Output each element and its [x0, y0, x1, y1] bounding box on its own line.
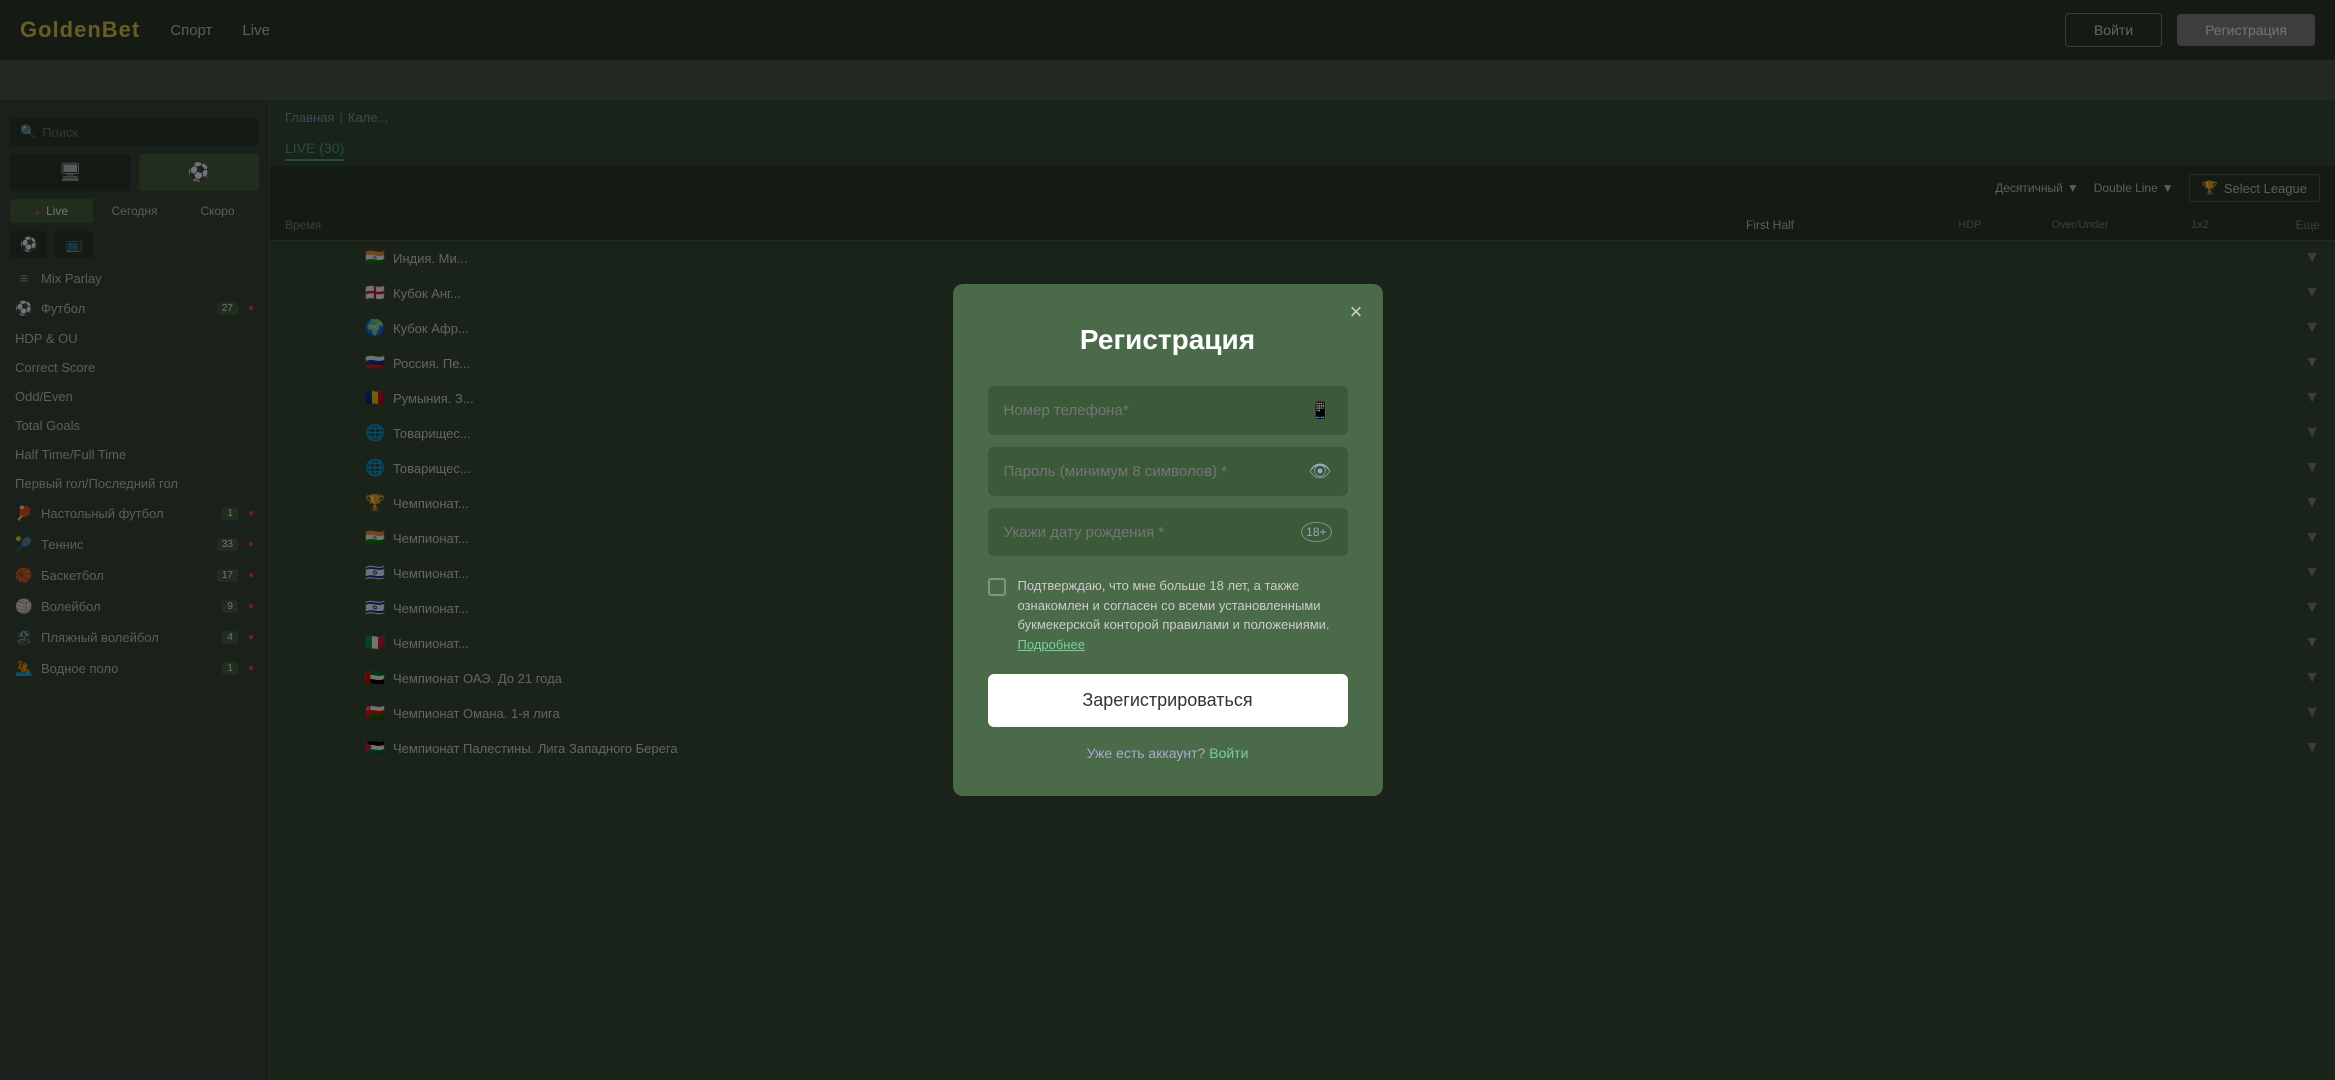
submit-register-button[interactable]: Зарегистрироваться: [988, 674, 1348, 727]
eye-icon[interactable]: 👁: [1309, 461, 1332, 482]
registration-modal: × Регистрация 📱 👁 18+ Подтверждаю, что м…: [953, 284, 1383, 796]
terms-checkbox[interactable]: [988, 578, 1006, 596]
terms-checkbox-area: Подтверждаю, что мне больше 18 лет, а та…: [988, 576, 1348, 654]
phone-input-group[interactable]: 📱: [988, 386, 1348, 435]
password-input[interactable]: [1004, 463, 1301, 480]
dob-input-group[interactable]: 18+: [988, 508, 1348, 556]
modal-title: Регистрация: [988, 324, 1348, 356]
password-input-group[interactable]: 👁: [988, 447, 1348, 496]
terms-link[interactable]: Подробнее: [1018, 637, 1085, 652]
terms-text: Подтверждаю, что мне больше 18 лет, а та…: [1018, 576, 1348, 654]
dob-input[interactable]: [1004, 524, 1294, 541]
age-icon: 18+: [1301, 522, 1331, 542]
modal-close-button[interactable]: ×: [1350, 299, 1363, 325]
phone-input[interactable]: [1004, 402, 1302, 419]
login-link[interactable]: Войти: [1209, 745, 1248, 761]
modal-overlay[interactable]: × Регистрация 📱 👁 18+ Подтверждаю, что м…: [0, 0, 2335, 1080]
phone-icon: 📱: [1309, 400, 1331, 421]
already-account-text: Уже есть аккаунт? Войти: [988, 745, 1348, 761]
